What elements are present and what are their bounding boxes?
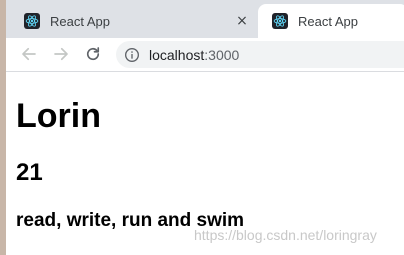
react-logo-icon bbox=[24, 13, 40, 29]
url-port: :3000 bbox=[204, 46, 240, 63]
info-icon[interactable] bbox=[124, 47, 140, 63]
url-text[interactable]: localhost:3000 bbox=[149, 47, 239, 63]
close-tab-icon[interactable]: × bbox=[234, 13, 250, 29]
forward-button[interactable] bbox=[50, 43, 72, 65]
address-bar[interactable]: localhost:3000 bbox=[116, 41, 404, 68]
watermark: https://blog.csdn.net/loringray bbox=[194, 227, 377, 243]
tab-bar: React App × React App bbox=[6, 0, 404, 38]
arrow-right-icon bbox=[54, 47, 68, 61]
tab-title: React App bbox=[50, 13, 110, 29]
back-button[interactable] bbox=[18, 43, 40, 65]
reload-icon bbox=[86, 47, 100, 61]
arrow-left-icon bbox=[22, 47, 36, 61]
age-heading: 21 bbox=[16, 159, 43, 186]
name-heading: Lorin bbox=[16, 97, 101, 135]
reload-button[interactable] bbox=[82, 43, 104, 65]
tab-title: React App bbox=[298, 13, 358, 29]
tab-react-app-inactive[interactable]: React App × bbox=[10, 4, 256, 38]
react-logo-icon bbox=[272, 13, 288, 29]
tab-react-app-active[interactable]: React App bbox=[258, 4, 404, 38]
browser-toolbar: localhost:3000 bbox=[6, 38, 404, 72]
url-host: localhost bbox=[149, 46, 205, 63]
